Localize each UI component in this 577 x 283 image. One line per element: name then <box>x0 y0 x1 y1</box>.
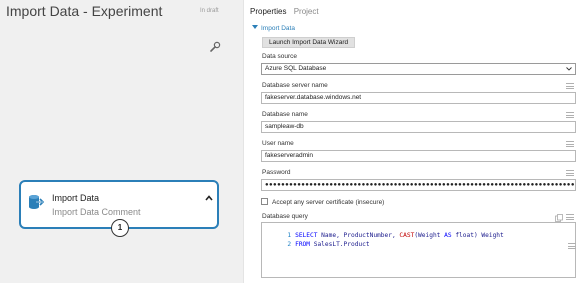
server-input[interactable]: fakeserver.database.windows.net <box>261 92 576 104</box>
tab-properties[interactable]: Properties <box>250 7 286 16</box>
query-line: 2 FROM SalesLT.Product <box>287 241 370 248</box>
query-editor[interactable]: 1 SELECT Name, ProductNumber, CAST(Weight… <box>261 222 576 278</box>
user-label: User name <box>262 140 294 147</box>
module-comment[interactable]: Import Data Comment <box>52 207 141 217</box>
drag-handle-icon[interactable] <box>568 243 576 249</box>
collapse-triangle-icon <box>252 25 258 29</box>
database-input[interactable]: sampleaw-db <box>261 121 576 133</box>
panel-tabs: Properties Project <box>250 7 319 16</box>
drag-handle-icon[interactable] <box>566 141 574 147</box>
user-input[interactable]: fakeserveradmin <box>261 150 576 162</box>
experiment-canvas[interactable]: Import Data - Experiment In draft Import… <box>0 0 243 283</box>
cert-label: Accept any server certificate (insecure) <box>272 199 385 206</box>
data-source-label: Data source <box>262 53 298 60</box>
cert-checkbox[interactable] <box>261 198 268 205</box>
drag-handle-icon[interactable] <box>566 83 574 89</box>
drag-handle-icon[interactable] <box>566 214 574 220</box>
experiment-title[interactable]: Import Data - Experiment <box>6 3 162 19</box>
section-title: Import Data <box>261 25 295 32</box>
launch-wizard-button[interactable]: Launch Import Data Wizard <box>262 37 356 48</box>
tab-project[interactable]: Project <box>294 7 319 16</box>
drag-handle-icon[interactable] <box>566 112 574 118</box>
password-label: Password <box>262 169 291 176</box>
data-source-select[interactable]: Azure SQL Database <box>261 63 576 75</box>
draft-status: In draft <box>200 8 219 14</box>
copy-icon[interactable] <box>555 214 563 222</box>
data-source-value: Azure SQL Database <box>265 65 327 72</box>
query-label: Database query <box>262 213 308 220</box>
output-port[interactable]: 1 <box>111 219 129 237</box>
chevron-down-icon <box>566 67 572 71</box>
import-data-module[interactable]: Import Data Import Data Comment 1 <box>19 180 219 237</box>
module-name: Import Data <box>52 193 100 203</box>
chevron-up-icon[interactable] <box>204 194 214 202</box>
section-header[interactable]: Import Data <box>252 25 295 32</box>
database-label: Database name <box>262 111 308 118</box>
properties-panel: Properties Project Import Data Launch Im… <box>243 0 577 283</box>
wrench-icon[interactable] <box>209 41 221 53</box>
password-input[interactable]: ●●●●●●●●●●●●●●●●●●●●●●●●●●●●●●●●●●●●●●●●… <box>261 179 576 191</box>
drag-handle-icon[interactable] <box>566 170 574 176</box>
import-data-icon <box>29 195 45 209</box>
server-label: Database server name <box>262 82 328 89</box>
cert-option[interactable]: Accept any server certificate (insecure) <box>261 198 384 207</box>
